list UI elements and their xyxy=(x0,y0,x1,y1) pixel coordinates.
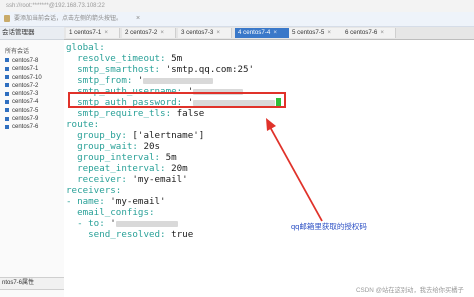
watermark: CSDN @站在这别动，我去给你买橘子 xyxy=(356,287,464,294)
annotation-arrow-icon xyxy=(266,118,323,222)
annotation-text: qq邮箱里获取的授权码 xyxy=(291,222,367,231)
